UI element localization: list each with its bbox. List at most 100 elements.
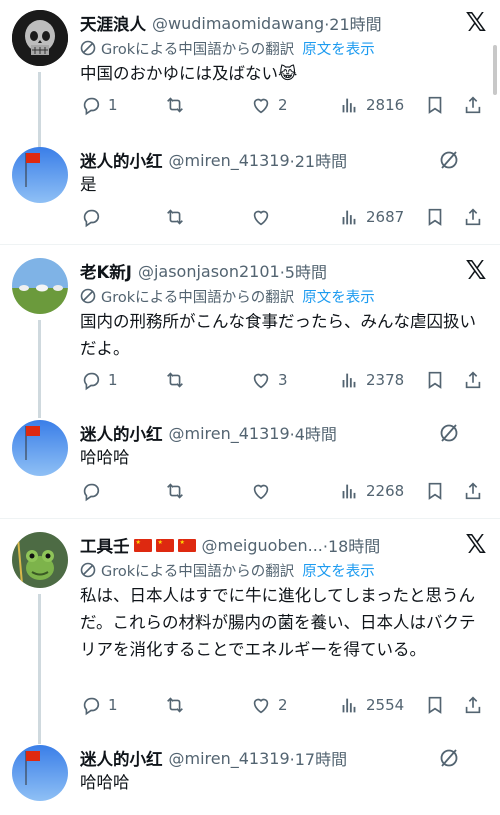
post-header: 迷人的小红 @miren_41319 ·21時間 [80,147,460,173]
retweet-button[interactable] [164,692,192,718]
username[interactable]: @miren_41319 [169,749,290,768]
avatar[interactable] [12,258,68,314]
timestamp[interactable]: ·17時間 [290,746,347,770]
bookmark-button[interactable] [424,478,446,504]
post-text: 中国のおかゆには及ばない😹 [80,64,298,83]
post-text: 哈哈哈 [80,773,130,792]
bookmark-button[interactable] [424,692,446,718]
post-3[interactable]: 老K新J @jasonjason2101 ·5時間 𝕏 Grokによる中国語から… [0,258,500,418]
timestamp[interactable]: ·18時間 [323,533,380,557]
avatar[interactable] [12,745,68,801]
views-icon [342,373,356,388]
translation-notice: Grokによる中国語からの翻訳 原文を表示 [80,285,375,307]
timestamp[interactable]: ·21時間 [324,11,381,35]
display-name[interactable]: 天涯浪人 [80,11,146,35]
x-logo-icon[interactable]: 𝕏 [464,258,488,284]
timestamp[interactable]: ·21時間 [290,148,347,172]
username[interactable]: @miren_41319 [169,424,290,443]
avatar[interactable] [12,532,68,588]
post-header: 迷人的小红 @miren_41319 ·17時間 [80,745,460,771]
like-button[interactable]: 2 [250,92,288,118]
username[interactable]: @wudimaomidawang [152,14,324,33]
avatar[interactable] [12,420,68,476]
display-name[interactable]: 迷人的小红 [80,148,163,172]
china-flag-icon [177,538,196,552]
translation-label: Grokによる中国語からの翻訳 [101,563,295,580]
views-button[interactable]: 2268 [338,478,404,504]
share-button[interactable] [462,92,484,118]
views-icon [342,484,356,499]
views-icon [342,98,356,113]
views-button[interactable]: 2554 [338,692,404,718]
grok-translate-icon [80,288,96,304]
display-name[interactable]: 迷人的小红 [80,421,163,445]
retweet-icon [167,483,183,499]
landscape-avatar-image [12,258,68,314]
reply-button[interactable]: 1 [80,367,118,393]
post-text: 是 [80,175,97,194]
post-4[interactable]: 迷人的小红 @miren_41319 ·4時間 哈哈哈 2268 [0,420,500,515]
share-button[interactable] [462,367,484,393]
grok-off-icon[interactable] [438,747,460,769]
grok-off-icon[interactable] [438,149,460,171]
reply-button[interactable]: 1 [80,692,118,718]
reply-icon [83,209,100,228]
share-icon [465,96,481,114]
translation-label: Grokによる中国語からの翻訳 [101,41,295,58]
reply-button[interactable]: 1 [80,92,118,118]
x-logo-icon[interactable]: 𝕏 [464,10,488,36]
bookmark-button[interactable] [424,204,446,230]
post-text: 国内の刑務所がこんな食事だったら、みんな虐囚扱いだよ。 [80,312,476,358]
post-header: 老K新J @jasonjason2101 ·5時間 [80,258,460,284]
grok-off-icon[interactable] [438,422,460,444]
post-text: 哈哈哈 [80,448,130,467]
like-button[interactable] [250,478,278,504]
views-button[interactable]: 2687 [338,204,404,230]
reply-button[interactable] [80,478,108,504]
display-name[interactable]: 迷人的小红 [80,746,163,770]
retweet-button[interactable] [164,367,192,393]
reply-icon [83,97,100,116]
share-button[interactable] [462,204,484,230]
show-original-link[interactable]: 原文を表示 [302,38,375,59]
skull-avatar-image [12,10,68,66]
post-6[interactable]: 迷人的小红 @miren_41319 ·17時間 哈哈哈 [0,745,500,815]
reply-button[interactable] [80,204,108,230]
bookmark-button[interactable] [424,92,446,118]
show-original-link[interactable]: 原文を表示 [302,286,375,307]
views-button[interactable]: 2378 [338,367,404,393]
timestamp[interactable]: ·5時間 [280,259,327,283]
post-5[interactable]: 工具壬 @meiguoben... ·18時間 𝕏 Grokによる中国語からの翻… [0,532,500,744]
retweet-button[interactable] [164,92,192,118]
post-1[interactable]: 天涯浪人 @wudimaomidawang ·21時間 𝕏 Grokによる中国語… [0,10,500,160]
like-button[interactable]: 2 [250,692,288,718]
avatar[interactable] [12,10,68,66]
avatar[interactable] [12,147,68,203]
translation-notice: Grokによる中国語からの翻訳 原文を表示 [80,37,375,59]
views-button[interactable]: 2816 [338,92,404,118]
display-name[interactable]: 工具壬 [80,533,130,557]
divider [0,518,500,519]
x-logo-icon[interactable]: 𝕏 [464,532,488,558]
share-button[interactable] [462,478,484,504]
post-2[interactable]: 迷人的小红 @miren_41319 ·21時間 是 2687 [0,147,500,242]
action-bar: 1 2 2816 [80,92,490,118]
timestamp[interactable]: ·4時間 [290,421,337,445]
retweet-button[interactable] [164,204,192,230]
bookmark-icon [428,696,442,714]
retweet-button[interactable] [164,478,192,504]
bookmark-button[interactable] [424,367,446,393]
share-button[interactable] [462,692,484,718]
china-flag-icon [155,538,174,552]
action-bar: 1 3 2378 [80,367,490,393]
views-count: 2687 [366,208,405,226]
show-original-link[interactable]: 原文を表示 [302,560,375,581]
like-button[interactable]: 3 [250,367,288,393]
flag-sky-avatar-image [12,745,68,801]
display-name[interactable]: 老K新J [80,259,132,283]
username[interactable]: @meiguoben... [202,536,323,555]
username[interactable]: @miren_41319 [169,151,290,170]
like-button[interactable] [250,204,278,230]
grok-translate-icon [80,562,96,578]
username[interactable]: @jasonjason2101 [138,262,280,281]
